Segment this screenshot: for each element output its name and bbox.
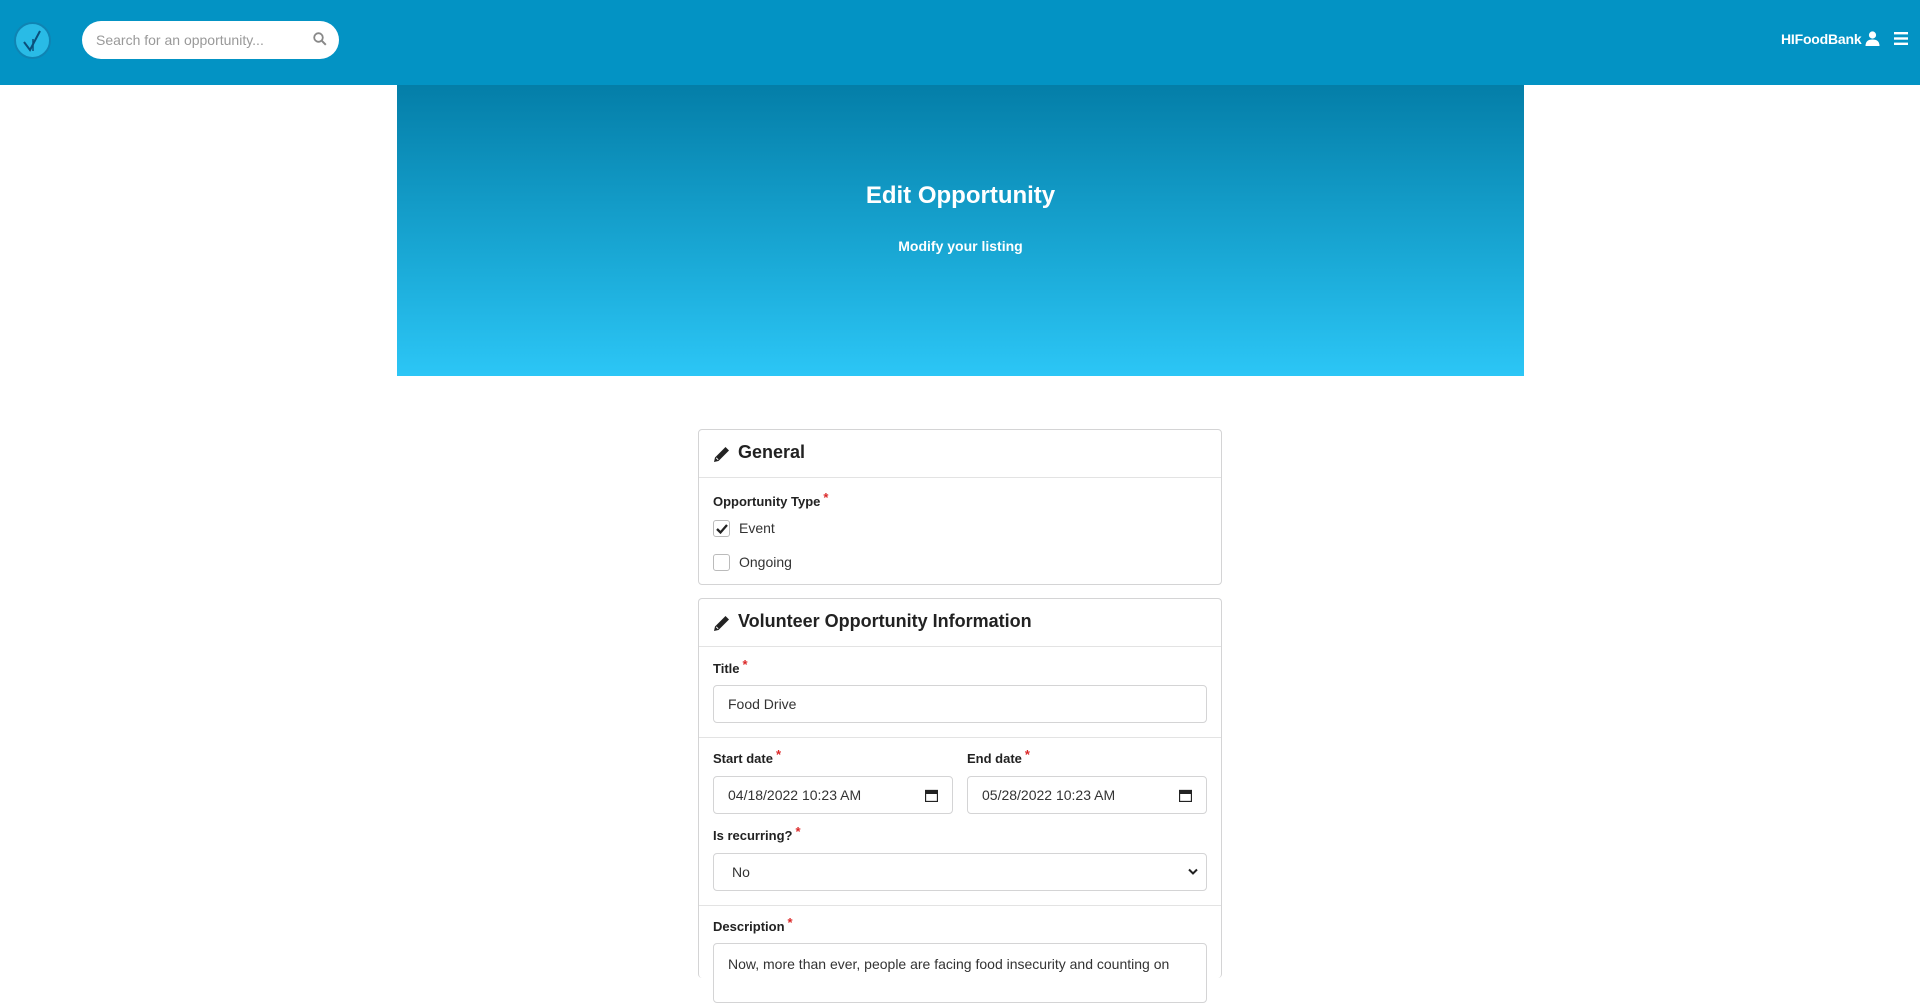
opportunity-type-label: Opportunity Type * (713, 490, 829, 509)
ongoing-option[interactable]: Ongoing (713, 552, 792, 572)
event-checkbox[interactable] (713, 519, 730, 537)
page-subtitle: Modify your listing (898, 238, 1023, 254)
app-logo[interactable] (14, 22, 51, 59)
search-bar[interactable] (82, 21, 339, 59)
general-section-header: General (699, 430, 1221, 478)
calendar-icon[interactable] (1179, 789, 1192, 802)
recurring-select[interactable]: No (713, 853, 1207, 891)
check-icon (716, 523, 728, 534)
event-option-label: Event (739, 520, 775, 536)
user-icon[interactable] (1865, 31, 1880, 46)
general-section: General Opportunity Type * Event Ongoing (698, 429, 1222, 585)
pencil-icon (714, 447, 729, 462)
description-label: Description * (713, 915, 793, 934)
end-date-input[interactable]: 05/28/2022 10:23 AM (967, 776, 1207, 814)
start-date-input[interactable]: 04/18/2022 10:23 AM (713, 776, 953, 814)
hero-banner: Edit Opportunity Modify your listing (397, 85, 1524, 376)
volunteer-info-heading: Volunteer Opportunity Information (738, 611, 1032, 631)
recurring-label: Is recurring? * (713, 824, 801, 843)
hamburger-menu-icon[interactable] (1894, 32, 1908, 45)
top-navbar: HIFoodBank (0, 0, 1920, 85)
search-input[interactable] (96, 30, 296, 50)
section-divider (699, 905, 1221, 906)
page-title: Edit Opportunity (865, 182, 1056, 209)
checkmark-logo-icon (23, 30, 41, 52)
chevron-down-icon[interactable] (1188, 868, 1198, 876)
event-option[interactable]: Event (713, 518, 775, 538)
description-textarea[interactable]: Now, more than ever, people are facing f… (713, 943, 1207, 1003)
user-name[interactable]: HIFoodBank (1781, 31, 1862, 47)
title-label: Title * (713, 657, 748, 676)
ongoing-checkbox[interactable] (713, 553, 730, 571)
calendar-icon[interactable] (925, 789, 938, 802)
volunteer-info-section: Volunteer Opportunity Information Title *… (698, 598, 1222, 1003)
start-date-label: Start date * (713, 747, 782, 766)
search-icon[interactable] (313, 32, 327, 46)
ongoing-option-label: Ongoing (739, 554, 792, 570)
title-input[interactable]: Food Drive (713, 685, 1207, 723)
volunteer-info-header: Volunteer Opportunity Information (699, 599, 1221, 647)
section-divider (699, 737, 1221, 738)
general-heading: General (738, 442, 806, 462)
pencil-icon (714, 616, 729, 631)
end-date-label: End date * (967, 747, 1030, 766)
